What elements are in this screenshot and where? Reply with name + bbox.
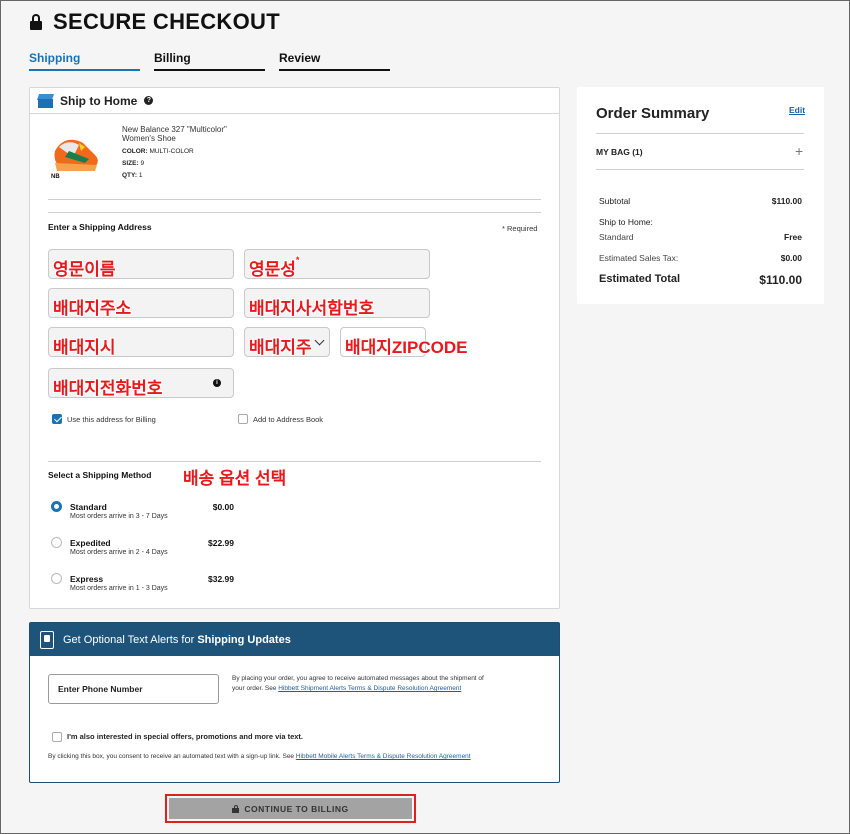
phone-message-icon [40, 630, 54, 649]
step-review[interactable]: Review [279, 51, 390, 71]
zip-value: 배대지ZIPCODE [345, 338, 468, 357]
divider [48, 212, 541, 213]
tax-label: Estimated Sales Tax: [599, 253, 679, 263]
expedited-radio[interactable] [51, 537, 62, 548]
continue-button-label: CONTINUE TO BILLING [244, 803, 349, 814]
first-name-value: 영문이름 [53, 260, 116, 279]
zip-field[interactable]: 배대지ZIPCODE [340, 327, 467, 357]
text-alerts-header: Get Optional Text Alerts for Shipping Up… [30, 623, 559, 656]
standard-option-price: $0.00 [212, 502, 234, 512]
alerts-phone-placeholder: Enter Phone Number [58, 684, 143, 694]
use-for-billing-checkbox[interactable] [52, 414, 62, 424]
edit-link[interactable]: Edit [789, 105, 805, 115]
last-name-value: 영문성* [249, 255, 300, 279]
divider [596, 133, 804, 134]
address-line2-value: 배대지사서함번호 [249, 299, 375, 318]
express-option-price: $32.99 [208, 574, 234, 584]
product-color: COLOR: MULTI-COLOR [122, 148, 194, 155]
expedited-option-name: Expedited [70, 538, 111, 548]
express-radio[interactable] [51, 573, 62, 584]
divider [48, 461, 541, 462]
standard-row: Standard Free [599, 232, 802, 242]
divider [48, 199, 541, 200]
lock-icon [29, 14, 43, 30]
product-image: NB [51, 139, 98, 179]
standard-value: Free [784, 232, 802, 242]
ship-to-home-row: Ship to Home: [599, 217, 802, 227]
ship-to-home-header: Ship to Home ? [30, 88, 559, 114]
mobile-alerts-terms-link[interactable]: Hibbett Mobile Alerts Terms & Dispute Re… [296, 753, 471, 760]
total-row: Estimated Total $110.00 [599, 273, 802, 287]
continue-to-billing-button[interactable]: CONTINUE TO BILLING [169, 798, 412, 819]
shipping-method-label: Select a Shipping Method [48, 470, 152, 480]
city-field[interactable]: 배대지시 [48, 327, 234, 357]
help-icon[interactable]: ? [144, 96, 154, 105]
subtotal-value: $110.00 [771, 196, 802, 206]
subtotal-label: Subtotal [599, 196, 631, 206]
total-label: Estimated Total [599, 273, 681, 285]
address-line2-field[interactable]: 배대지사서함번호 [244, 288, 430, 318]
express-option-name: Express [70, 574, 104, 584]
ship-to-home-label: Ship to Home: [599, 217, 653, 227]
box-icon [36, 93, 55, 108]
add-to-address-book-checkbox[interactable] [238, 414, 248, 424]
subtotal-row: Subtotal $110.00 [599, 196, 802, 206]
address-line1-value: 배대지주소 [53, 299, 132, 318]
chevron-down-icon [314, 335, 325, 346]
page-title: SECURE CHECKOUT [53, 9, 280, 34]
address-line1-field[interactable]: 배대지주소 [48, 288, 234, 318]
express-option-sub: Most orders arrive in 1 - 3 Days [70, 585, 168, 592]
expedited-option-price: $22.99 [208, 538, 234, 548]
state-value: 배대지주 [249, 338, 312, 357]
divider [596, 169, 804, 170]
use-for-billing-label: Use this address for Billing [67, 415, 156, 424]
step-shipping[interactable]: Shipping [29, 51, 140, 71]
alerts-phone-input[interactable]: Enter Phone Number [48, 674, 219, 704]
my-bag-toggle[interactable]: MY BAG (1) [596, 147, 643, 157]
product-size: SIZE: 9 [122, 160, 145, 167]
address-section-label: Enter a Shipping Address [48, 222, 152, 232]
add-to-address-book-label: Add to Address Book [253, 415, 324, 424]
standard-radio[interactable] [51, 501, 62, 512]
info-icon[interactable]: i [213, 379, 221, 387]
special-offers-checkbox[interactable] [52, 732, 62, 742]
page-header: SECURE CHECKOUT [29, 9, 280, 35]
mobile-alerts-consent: By clicking this box, you consent to rec… [48, 753, 471, 760]
lock-icon [232, 804, 240, 813]
ship-to-home-title: Ship to Home [60, 93, 138, 108]
order-summary-title: Order Summary [596, 105, 710, 122]
expedited-option-sub: Most orders arrive in 2 - 4 Days [70, 549, 168, 556]
first-name-field[interactable]: 영문이름 [48, 249, 234, 279]
state-select[interactable]: 배대지주 [244, 327, 330, 357]
standard-option-name: Standard [70, 502, 107, 512]
svg-text:NB: NB [51, 174, 60, 179]
total-value: $110.00 [759, 273, 802, 287]
tax-value: $0.00 [780, 253, 802, 263]
phone-field[interactable]: 배대지전화번호 i [48, 368, 234, 398]
required-note: * Required [502, 224, 538, 233]
tax-row: Estimated Sales Tax: $0.00 [599, 253, 802, 263]
product-type: Women's Shoe [122, 134, 176, 143]
phone-value: 배대지전화번호 [53, 379, 163, 398]
shipping-option-annotation: 배송 옵션 선택 [183, 469, 287, 488]
alerts-consent-text: By placing your order, you agree to rece… [232, 675, 484, 692]
text-alerts-title: Get Optional Text Alerts for Shipping Up… [63, 633, 291, 646]
last-name-field[interactable]: 영문성* [244, 249, 430, 279]
plus-icon[interactable]: + [795, 143, 803, 159]
standard-option-sub: Most orders arrive in 3 - 7 Days [70, 513, 168, 520]
city-value: 배대지시 [53, 338, 116, 357]
special-offers-label: I'm also interested in special offers, p… [67, 732, 304, 741]
checkout-steps: Shipping Billing Review [29, 51, 390, 71]
shipment-alerts-terms-link[interactable]: Hibbett Shipment Alerts Terms & Dispute … [278, 685, 461, 692]
product-qty: QTY: 1 [122, 172, 143, 179]
standard-label: Standard [599, 232, 634, 242]
step-billing[interactable]: Billing [154, 51, 265, 71]
